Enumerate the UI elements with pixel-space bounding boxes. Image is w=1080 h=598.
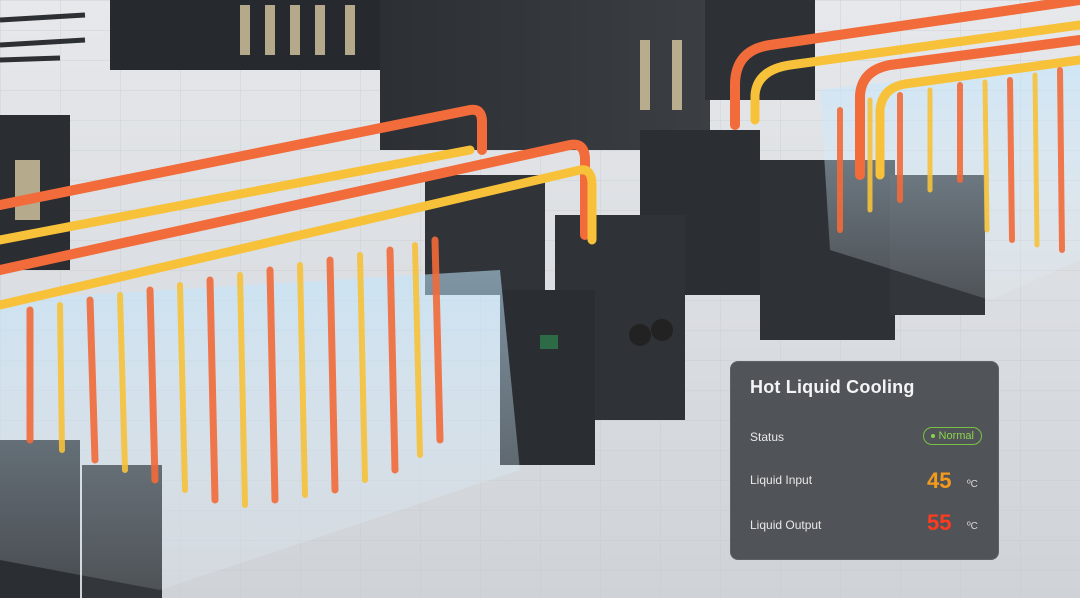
panel-title: Hot Liquid Cooling	[750, 377, 915, 397]
status-badge: Normal	[922, 427, 982, 445]
status-value: Normal	[938, 430, 974, 442]
status-label: Status	[750, 430, 785, 444]
liquid-input-label: Liquid Input	[750, 473, 813, 487]
status-dot-icon	[930, 434, 935, 438]
liquid-output-unit: ºC	[967, 521, 978, 532]
hot-liquid-cooling-panel: Hot Liquid Cooling Status Normal Liquid …	[730, 361, 999, 560]
liquid-input-unit: ºC	[967, 479, 978, 490]
liquid-input-value: 45	[927, 468, 952, 493]
liquid-output-label: Liquid Output	[750, 518, 822, 532]
liquid-output-value: 55	[927, 510, 952, 535]
